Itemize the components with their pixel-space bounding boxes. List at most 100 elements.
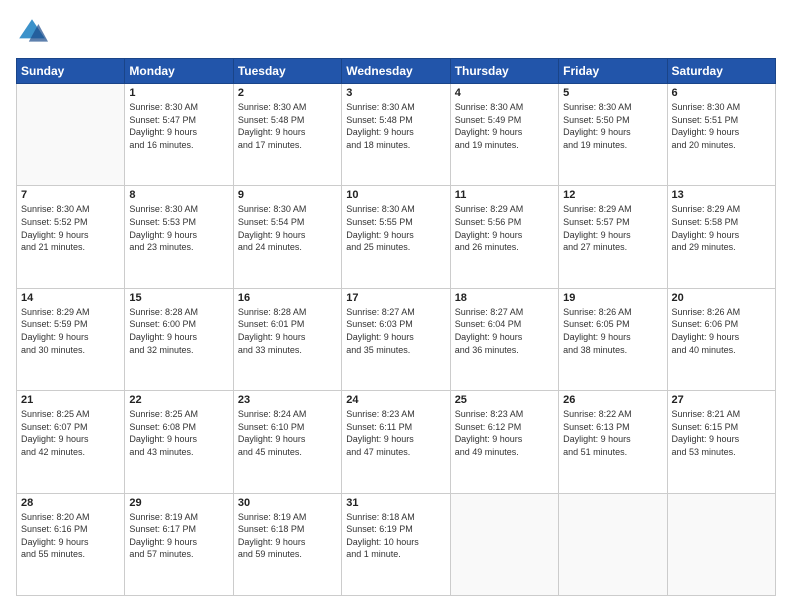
day-number: 16: [238, 292, 337, 304]
calendar-header-cell: Saturday: [667, 59, 775, 84]
calendar-day-cell: 10 Sunrise: 8:30 AM Sunset: 5:55 PM Dayli…: [342, 186, 450, 288]
calendar-day-cell: [559, 493, 667, 595]
day-number: 23: [238, 394, 337, 406]
calendar-day-cell: 30Sunrise: 8:19 AM Sunset: 6:18 PM Dayli…: [233, 493, 341, 595]
day-info: Sunrise: 8:28 AM Sunset: 6:01 PM Dayligh…: [238, 306, 337, 356]
day-number: 15: [129, 292, 228, 304]
calendar-day-cell: 27 Sunrise: 8:21 AM Sunset: 6:15 PM Dayli…: [667, 391, 775, 493]
day-number: 13: [672, 189, 771, 201]
day-info: Sunrise: 8:30 AM Sunset: 5:51 PM Dayligh…: [672, 101, 771, 151]
day-info: Sunrise: 8:25 AM Sunset: 6:08 PM Dayligh…: [129, 408, 228, 458]
calendar-day-cell: 8 Sunrise: 8:30 AM Sunset: 5:53 PM Daylig…: [125, 186, 233, 288]
calendar-day-cell: 20 Sunrise: 8:26 AM Sunset: 6:06 PM Dayli…: [667, 288, 775, 390]
calendar-day-cell: 23 Sunrise: 8:24 AM Sunset: 6:10 PM Dayli…: [233, 391, 341, 493]
day-number: 8: [129, 189, 228, 201]
day-info: Sunrise: 8:30 AM Sunset: 5:52 PM Dayligh…: [21, 203, 120, 253]
day-info: Sunrise: 8:29 AM Sunset: 5:57 PM Dayligh…: [563, 203, 662, 253]
calendar-day-cell: 26 Sunrise: 8:22 AM Sunset: 6:13 PM Dayli…: [559, 391, 667, 493]
calendar-day-cell: 24 Sunrise: 8:23 AM Sunset: 6:11 PM Dayli…: [342, 391, 450, 493]
calendar-week-row: 21Sunrise: 8:25 AM Sunset: 6:07 PM Dayli…: [17, 391, 776, 493]
calendar-day-cell: 17 Sunrise: 8:27 AM Sunset: 6:03 PM Dayli…: [342, 288, 450, 390]
day-number: 20: [672, 292, 771, 304]
day-info: Sunrise: 8:27 AM Sunset: 6:03 PM Dayligh…: [346, 306, 445, 356]
calendar-day-cell: 13 Sunrise: 8:29 AM Sunset: 5:58 PM Dayli…: [667, 186, 775, 288]
day-info: Sunrise: 8:30 AM Sunset: 5:55 PM Dayligh…: [346, 203, 445, 253]
day-number: 7: [21, 189, 120, 201]
day-info: Sunrise: 8:23 AM Sunset: 6:11 PM Dayligh…: [346, 408, 445, 458]
calendar-table: SundayMondayTuesdayWednesdayThursdayFrid…: [16, 58, 776, 596]
calendar-week-row: 1Sunrise: 8:30 AM Sunset: 5:47 PM Daylig…: [17, 84, 776, 186]
day-info: Sunrise: 8:30 AM Sunset: 5:48 PM Dayligh…: [238, 101, 337, 151]
day-info: Sunrise: 8:19 AM Sunset: 6:17 PM Dayligh…: [129, 511, 228, 561]
calendar-day-cell: 1Sunrise: 8:30 AM Sunset: 5:47 PM Daylig…: [125, 84, 233, 186]
day-info: Sunrise: 8:29 AM Sunset: 5:59 PM Dayligh…: [21, 306, 120, 356]
calendar-day-cell: 9 Sunrise: 8:30 AM Sunset: 5:54 PM Daylig…: [233, 186, 341, 288]
calendar-day-cell: 28 Sunrise: 8:20 AM Sunset: 6:16 PM Dayli…: [17, 493, 125, 595]
calendar-header-cell: Wednesday: [342, 59, 450, 84]
day-info: Sunrise: 8:30 AM Sunset: 5:53 PM Dayligh…: [129, 203, 228, 253]
calendar-day-cell: [667, 493, 775, 595]
day-number: 3: [346, 87, 445, 99]
calendar-day-cell: 12Sunrise: 8:29 AM Sunset: 5:57 PM Dayli…: [559, 186, 667, 288]
calendar-day-cell: 11Sunrise: 8:29 AM Sunset: 5:56 PM Dayli…: [450, 186, 558, 288]
page: SundayMondayTuesdayWednesdayThursdayFrid…: [0, 0, 792, 612]
calendar-day-cell: 16 Sunrise: 8:28 AM Sunset: 6:01 PM Dayli…: [233, 288, 341, 390]
calendar-day-cell: 5 Sunrise: 8:30 AM Sunset: 5:50 PM Daylig…: [559, 84, 667, 186]
calendar-day-cell: 22Sunrise: 8:25 AM Sunset: 6:08 PM Dayli…: [125, 391, 233, 493]
day-info: Sunrise: 8:30 AM Sunset: 5:50 PM Dayligh…: [563, 101, 662, 151]
calendar-day-cell: 3 Sunrise: 8:30 AM Sunset: 5:48 PM Daylig…: [342, 84, 450, 186]
calendar-day-cell: 18 Sunrise: 8:27 AM Sunset: 6:04 PM Dayli…: [450, 288, 558, 390]
header: [16, 16, 776, 48]
calendar-day-cell: 14 Sunrise: 8:29 AM Sunset: 5:59 PM Dayli…: [17, 288, 125, 390]
day-info: Sunrise: 8:18 AM Sunset: 6:19 PM Dayligh…: [346, 511, 445, 561]
calendar-day-cell: 31Sunrise: 8:18 AM Sunset: 6:19 PM Dayli…: [342, 493, 450, 595]
day-info: Sunrise: 8:27 AM Sunset: 6:04 PM Dayligh…: [455, 306, 554, 356]
day-number: 17: [346, 292, 445, 304]
day-number: 18: [455, 292, 554, 304]
calendar-week-row: 28 Sunrise: 8:20 AM Sunset: 6:16 PM Dayli…: [17, 493, 776, 595]
calendar-day-cell: 25Sunrise: 8:23 AM Sunset: 6:12 PM Dayli…: [450, 391, 558, 493]
calendar-header-cell: Thursday: [450, 59, 558, 84]
calendar-day-cell: 15 Sunrise: 8:28 AM Sunset: 6:00 PM Dayli…: [125, 288, 233, 390]
day-number: 11: [455, 189, 554, 201]
day-number: 10: [346, 189, 445, 201]
day-info: Sunrise: 8:24 AM Sunset: 6:10 PM Dayligh…: [238, 408, 337, 458]
day-info: Sunrise: 8:30 AM Sunset: 5:48 PM Dayligh…: [346, 101, 445, 151]
calendar-day-cell: 7 Sunrise: 8:30 AM Sunset: 5:52 PM Daylig…: [17, 186, 125, 288]
day-info: Sunrise: 8:30 AM Sunset: 5:54 PM Dayligh…: [238, 203, 337, 253]
day-info: Sunrise: 8:19 AM Sunset: 6:18 PM Dayligh…: [238, 511, 337, 561]
day-info: Sunrise: 8:20 AM Sunset: 6:16 PM Dayligh…: [21, 511, 120, 561]
day-number: 28: [21, 497, 120, 509]
day-info: Sunrise: 8:30 AM Sunset: 5:49 PM Dayligh…: [455, 101, 554, 151]
calendar-day-cell: [450, 493, 558, 595]
calendar-week-row: 14 Sunrise: 8:29 AM Sunset: 5:59 PM Dayli…: [17, 288, 776, 390]
day-info: Sunrise: 8:28 AM Sunset: 6:00 PM Dayligh…: [129, 306, 228, 356]
day-number: 24: [346, 394, 445, 406]
calendar-day-cell: [17, 84, 125, 186]
calendar-day-cell: 19 Sunrise: 8:26 AM Sunset: 6:05 PM Dayli…: [559, 288, 667, 390]
calendar-day-cell: 6Sunrise: 8:30 AM Sunset: 5:51 PM Daylig…: [667, 84, 775, 186]
day-info: Sunrise: 8:22 AM Sunset: 6:13 PM Dayligh…: [563, 408, 662, 458]
day-info: Sunrise: 8:25 AM Sunset: 6:07 PM Dayligh…: [21, 408, 120, 458]
day-number: 2: [238, 87, 337, 99]
day-number: 19: [563, 292, 662, 304]
calendar-day-cell: 29 Sunrise: 8:19 AM Sunset: 6:17 PM Dayli…: [125, 493, 233, 595]
calendar-header-cell: Monday: [125, 59, 233, 84]
logo-icon: [16, 16, 48, 48]
day-number: 5: [563, 87, 662, 99]
calendar-day-cell: 2 Sunrise: 8:30 AM Sunset: 5:48 PM Daylig…: [233, 84, 341, 186]
day-info: Sunrise: 8:26 AM Sunset: 6:05 PM Dayligh…: [563, 306, 662, 356]
calendar-header-cell: Sunday: [17, 59, 125, 84]
day-number: 14: [21, 292, 120, 304]
day-info: Sunrise: 8:30 AM Sunset: 5:47 PM Dayligh…: [129, 101, 228, 151]
day-number: 27: [672, 394, 771, 406]
day-number: 26: [563, 394, 662, 406]
day-info: Sunrise: 8:29 AM Sunset: 5:58 PM Dayligh…: [672, 203, 771, 253]
day-number: 29: [129, 497, 228, 509]
day-info: Sunrise: 8:26 AM Sunset: 6:06 PM Dayligh…: [672, 306, 771, 356]
calendar-day-cell: 4Sunrise: 8:30 AM Sunset: 5:49 PM Daylig…: [450, 84, 558, 186]
calendar-day-cell: 21Sunrise: 8:25 AM Sunset: 6:07 PM Dayli…: [17, 391, 125, 493]
day-info: Sunrise: 8:21 AM Sunset: 6:15 PM Dayligh…: [672, 408, 771, 458]
day-number: 9: [238, 189, 337, 201]
logo: [16, 16, 52, 48]
